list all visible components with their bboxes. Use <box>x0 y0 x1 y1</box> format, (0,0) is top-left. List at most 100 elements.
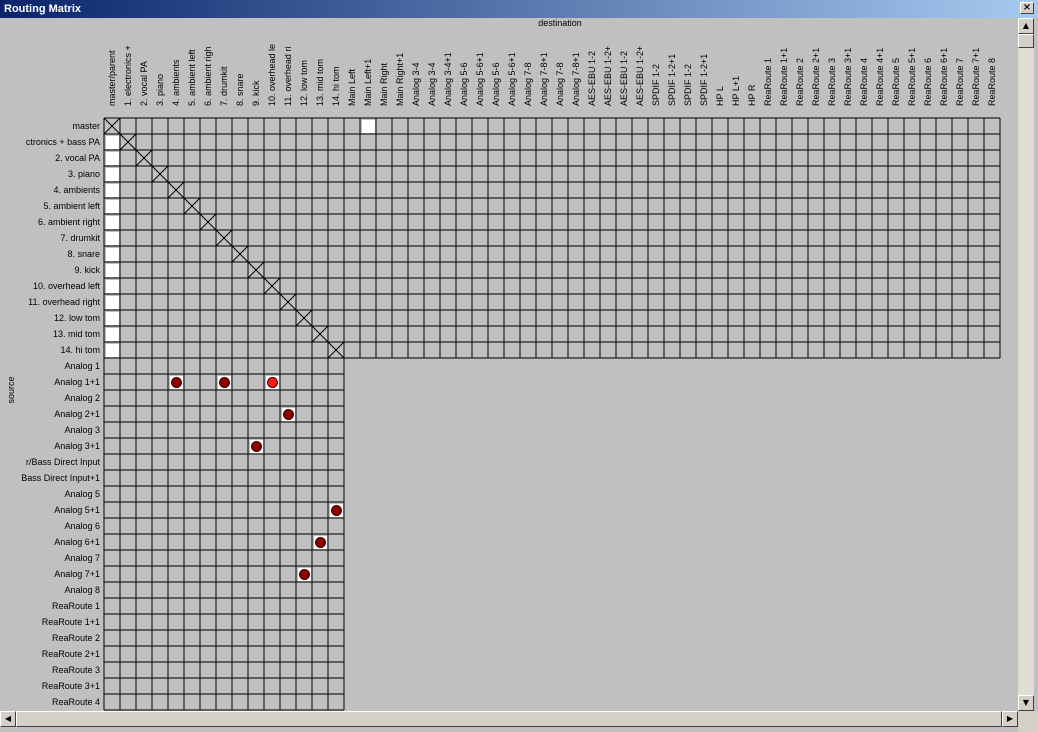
row-label: Analog 6 <box>64 521 100 531</box>
column-label: ReaRoute 1+1 <box>779 48 789 106</box>
column-header: SPDIF 1-2+1 <box>699 54 709 106</box>
column-header: ReaRoute 2+1 <box>811 48 821 106</box>
row-label: ReaRoute 1 <box>52 601 100 611</box>
column-header: Main Left+1 <box>363 59 373 106</box>
column-header: master/parent <box>107 50 117 106</box>
row-label: Analog 1+1 <box>54 377 100 387</box>
column-header: ReaRoute 4+1 <box>875 48 885 106</box>
scroll-up-button[interactable]: ▲ <box>1018 18 1034 34</box>
horizontal-scroll-thumb[interactable] <box>16 711 1002 727</box>
connection-dot <box>283 409 294 420</box>
column-label: ReaRoute 1 <box>763 58 773 106</box>
scroll-left-button[interactable]: ◀ <box>0 711 16 727</box>
column-header: ReaRoute 8 <box>987 58 997 106</box>
column-header: Analog 7-8+1 <box>571 52 581 106</box>
connection-dot <box>251 441 262 452</box>
column-header: ReaRoute 7+1 <box>971 48 981 106</box>
title-bar[interactable]: Routing Matrix × <box>0 0 1038 18</box>
column-header: ReaRoute 5 <box>891 58 901 106</box>
row-label: ReaRoute 2 <box>52 633 100 643</box>
column-header: 1. electronics + <box>123 45 133 106</box>
column-header: 12. low tom <box>299 60 309 106</box>
column-label: Main Right <box>379 62 389 106</box>
column-label: SPDIF 1-2 <box>683 64 693 106</box>
column-label: 13. mid tom <box>315 59 325 106</box>
scroll-right-button[interactable]: ▶ <box>1002 711 1018 727</box>
column-header: Analog 3-4 <box>411 62 421 106</box>
left-arrow-icon: ◀ <box>4 714 12 723</box>
connection-dot <box>315 537 326 548</box>
row-label: 9. kick <box>74 265 100 275</box>
column-label: SPDIF 1-2+1 <box>667 54 677 106</box>
connection-dot <box>331 505 342 516</box>
row-label: ReaRoute 4 <box>52 697 100 707</box>
column-header: HP L+1 <box>731 76 741 106</box>
master-output-cell <box>362 120 375 133</box>
connection-dot <box>219 377 230 388</box>
row-label: 13. mid tom <box>53 329 100 339</box>
routing-grid: destination source master/parent 1. electro… <box>6 18 1001 711</box>
column-header: ReaRoute 5+1 <box>907 48 917 106</box>
row-label: Bass Direct Input+1 <box>21 473 100 483</box>
column-label: ReaRoute 6 <box>923 58 933 106</box>
row-label: Analog 3 <box>64 425 100 435</box>
row-label: Analog 6+1 <box>54 537 100 547</box>
column-label: 4. ambients <box>171 59 181 106</box>
master-send-cell <box>106 280 119 293</box>
column-label: Analog 5-6 <box>491 62 501 106</box>
up-arrow-icon: ▲ <box>1022 21 1030 30</box>
vertical-scrollbar[interactable]: ▲ ▼ <box>1018 18 1034 711</box>
column-header: Analog 7-8 <box>523 62 533 106</box>
column-header: ReaRoute 6+1 <box>939 48 949 106</box>
column-label: Analog 7-8 <box>555 62 565 106</box>
column-label: ReaRoute 7+1 <box>971 48 981 106</box>
master-send-cell <box>106 232 119 245</box>
master-send-cell <box>106 168 119 181</box>
column-label: SPDIF 1-2+1 <box>699 54 709 106</box>
column-label: ReaRoute 3+1 <box>843 48 853 106</box>
master-send-cell <box>106 200 119 213</box>
column-header: SPDIF 1-2+1 <box>667 54 677 106</box>
column-label: AES-EBU 1-2 <box>587 51 597 106</box>
column-label: master/parent <box>107 50 117 106</box>
row-label: ReaRoute 2+1 <box>42 649 100 659</box>
connection-dot <box>171 377 182 388</box>
column-header: Analog 5-6+1 <box>507 52 517 106</box>
column-label: HP L+1 <box>731 76 741 106</box>
master-send-cell <box>106 184 119 197</box>
master-send-cell <box>106 264 119 277</box>
scroll-down-button[interactable]: ▼ <box>1018 695 1034 711</box>
column-label: 5. ambient left <box>187 49 197 106</box>
vertical-scroll-thumb[interactable] <box>1018 34 1034 48</box>
column-label: Main Right+1 <box>395 53 405 106</box>
column-header: Main Right+1 <box>395 53 405 106</box>
column-label: ReaRoute 2+1 <box>811 48 821 106</box>
column-label: AES-EBU 1-2 <box>619 51 629 106</box>
column-label: ReaRoute 2 <box>795 58 805 106</box>
window-title: Routing Matrix <box>4 3 81 15</box>
column-label: 2. vocal PA <box>139 61 149 106</box>
close-button[interactable]: × <box>1020 2 1034 14</box>
column-label: Analog 7-8+1 <box>571 52 581 106</box>
column-label: SPDIF 1-2 <box>651 64 661 106</box>
column-label: Analog 5-6+1 <box>507 52 517 106</box>
column-header: 6. ambient righ <box>203 46 213 106</box>
column-header: Analog 7-8 <box>555 62 565 106</box>
master-send-cell <box>106 328 119 341</box>
column-header: 8. snare <box>235 73 245 106</box>
column-header: 13. mid tom <box>315 59 325 106</box>
row-label: 14. hi tom <box>60 345 100 355</box>
row-label: 2. vocal PA <box>55 153 100 163</box>
horizontal-scrollbar[interactable]: ◀ ▶ <box>0 711 1018 727</box>
row-label: 7. drumkit <box>60 233 100 243</box>
column-header: Analog 3-4+1 <box>443 52 453 106</box>
source-axis-label: source <box>6 376 16 403</box>
column-header: AES-EBU 1-2+ <box>603 46 613 106</box>
row-label: 10. overhead left <box>33 281 101 291</box>
column-label: ReaRoute 5+1 <box>907 48 917 106</box>
column-header: 9. kick <box>251 80 261 106</box>
down-arrow-icon: ▼ <box>1022 698 1030 707</box>
column-label: AES-EBU 1-2+ <box>635 46 645 106</box>
column-header: ReaRoute 7 <box>955 58 965 106</box>
column-header: 14. hi tom <box>331 66 341 106</box>
